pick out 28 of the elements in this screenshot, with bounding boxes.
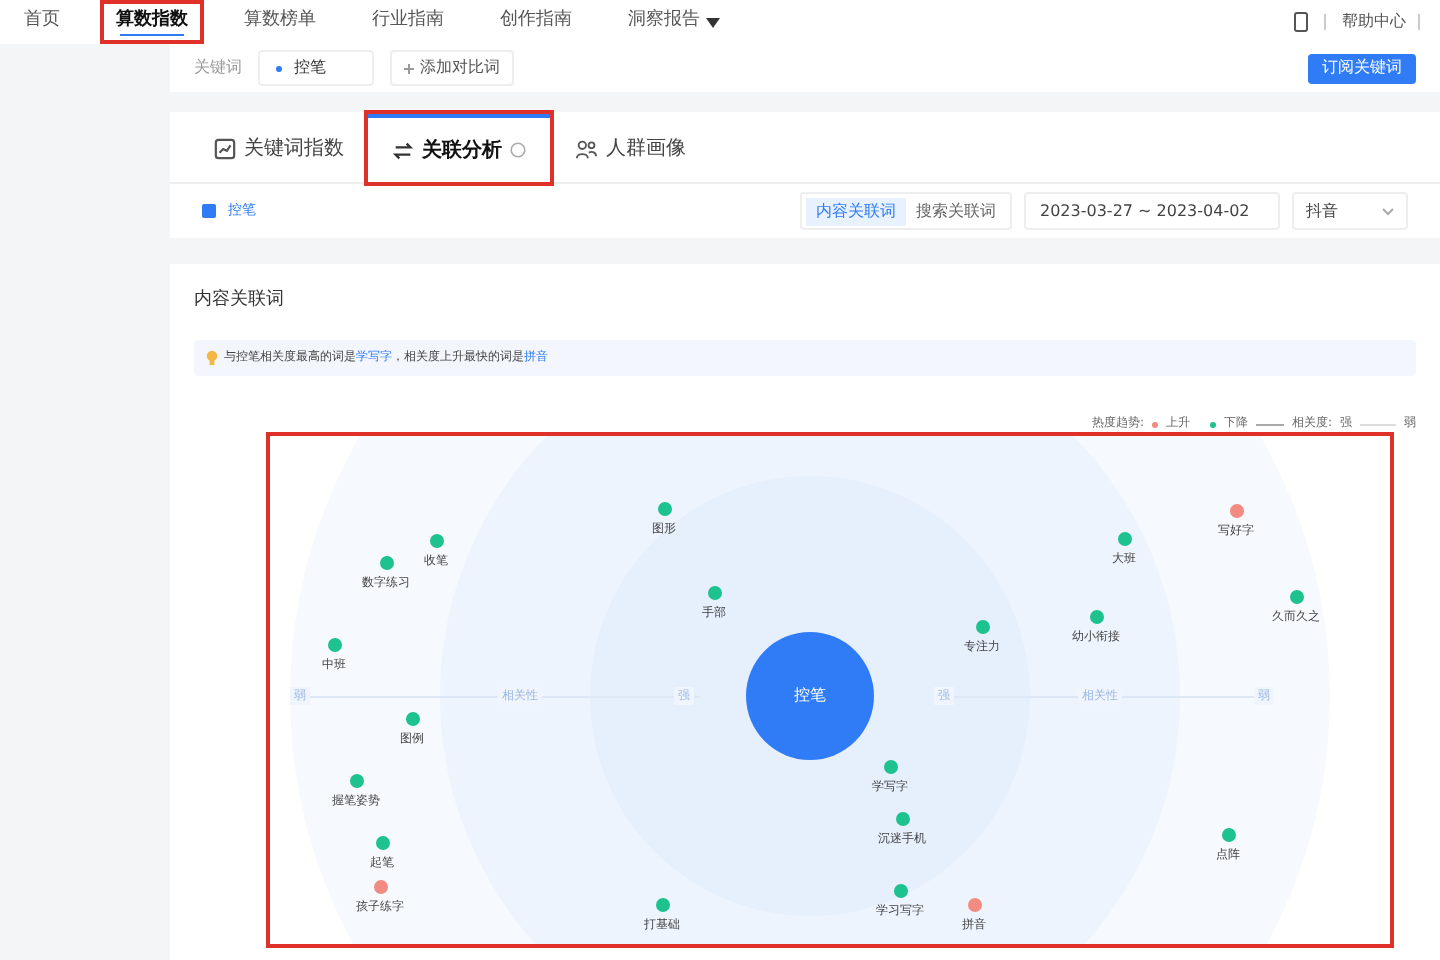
add-compare-button[interactable]: 添加对比词 (390, 50, 514, 86)
people-icon (574, 137, 598, 159)
tab[interactable]: 人群画像 (550, 114, 710, 182)
subscribe-button[interactable]: 订阅关键词 (1308, 53, 1416, 83)
plus-icon (404, 63, 414, 73)
swap-arrows-icon (392, 139, 414, 161)
lightbulb-icon (206, 349, 218, 365)
chevron-down-icon (1382, 207, 1394, 215)
tab[interactable]: 关键词指数 (190, 114, 368, 182)
keyword-chip[interactable]: 控笔 (258, 50, 374, 86)
keyword-label: 关键词 (194, 56, 242, 80)
nav-item[interactable]: 行业指南 (356, 0, 460, 44)
keyword-checkbox[interactable] (202, 204, 216, 218)
chart-square-icon (214, 137, 236, 159)
nav-item[interactable]: 创作指南 (484, 0, 588, 44)
nav-item[interactable]: 算数榜单 (228, 0, 332, 44)
help-circle-icon[interactable] (510, 142, 526, 158)
card-title: 内容关联词 (194, 288, 286, 314)
help-center-link[interactable]: 帮助中心 (1342, 10, 1406, 34)
date-range-field[interactable]: 2023-03-27 ~ 2023-04-02 (1024, 192, 1280, 230)
phone-icon[interactable] (1294, 12, 1308, 32)
platform-dropdown[interactable]: 抖音 (1292, 192, 1408, 230)
nav-item[interactable]: 首页 (8, 0, 76, 44)
segment-option[interactable]: 内容关联词 (806, 197, 906, 225)
tab[interactable]: 关联分析 (368, 114, 550, 182)
segment-option[interactable]: 搜索关联词 (906, 197, 1006, 225)
nav-item[interactable]: 洞察报告 (612, 0, 736, 44)
nav-item[interactable]: 算数指数 (100, 0, 204, 44)
